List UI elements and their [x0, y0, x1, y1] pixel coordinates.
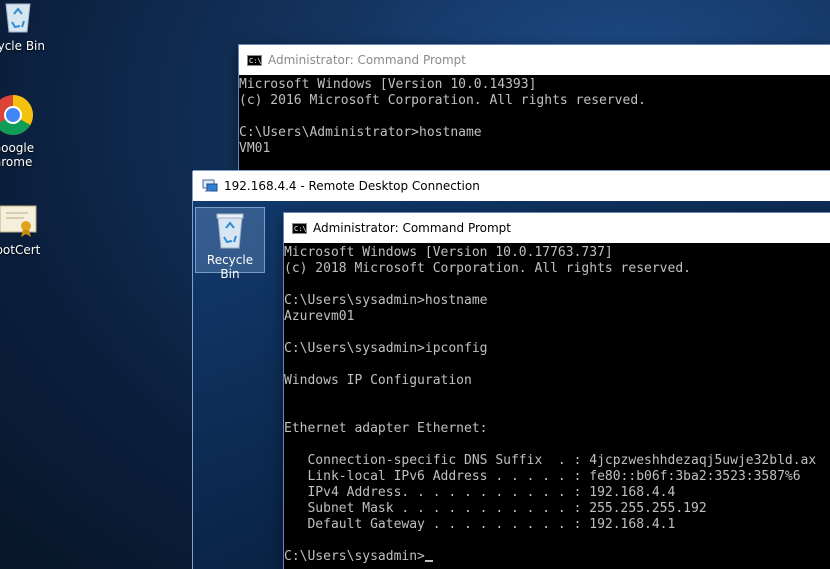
desktop-icon-recycle-bin[interactable]: cycle Bin: [0, 0, 58, 53]
desktop-icon-label-line1: Google: [0, 141, 35, 155]
certificate-icon: [0, 205, 37, 237]
console-prompt-line[interactable]: C:\Users\sysadmin>: [284, 549, 830, 565]
desktop-icon-label-line2: hrome: [0, 155, 33, 169]
console-line: (c) 2018 Microsoft Corporation. All righ…: [284, 261, 691, 276]
remote-desktop-icon: [202, 179, 218, 192]
rdp-titlebar[interactable]: 192.168.4.4 - Remote Desktop Connection: [193, 171, 830, 201]
cmd-window-remote-titlebar[interactable]: C:\ Administrator: Command Prompt: [284, 213, 830, 243]
desktop-icon-label: cycle Bin: [0, 39, 45, 53]
console-line: C:\Users\sysadmin>hostname: [284, 293, 488, 308]
desktop-icon-rootcert[interactable]: ootCert: [0, 204, 58, 257]
console-line: Default Gateway . . . . . . . . . : 192.…: [284, 517, 676, 532]
command-prompt-icon: C:\: [247, 54, 262, 66]
recycle-bin-icon: [5, 3, 31, 33]
cmd-local-console[interactable]: Microsoft Windows [Version 10.0.14393] (c…: [239, 75, 830, 157]
cmd-window-remote[interactable]: C:\ Administrator: Command Prompt Micros…: [284, 213, 830, 569]
cmd-remote-console[interactable]: Microsoft Windows [Version 10.0.17763.73…: [284, 243, 830, 565]
cmd-window-local[interactable]: C:\ Administrator: Command Prompt Micros…: [239, 45, 830, 171]
remote-recycle-bin[interactable]: Recycle Bin: [195, 207, 265, 281]
console-line: (c) 2016 Microsoft Corporation. All righ…: [239, 93, 646, 108]
command-prompt-icon: C:\: [292, 222, 307, 234]
console-line: Connection-specific DNS Suffix . : 4jcpz…: [284, 453, 817, 468]
rdp-title: 192.168.4.4 - Remote Desktop Connection: [224, 179, 480, 193]
console-line: C:\Users\Administrator>hostname: [239, 125, 482, 140]
console-prompt: C:\Users\sysadmin>: [284, 549, 425, 564]
window-title: Administrator: Command Prompt: [268, 53, 466, 67]
console-line: Subnet Mask . . . . . . . . . . . : 255.…: [284, 501, 707, 516]
console-line: Link-local IPv6 Address . . . . . : fe80…: [284, 469, 801, 484]
text-cursor: [424, 560, 433, 562]
console-line: IPv4 Address. . . . . . . . . . . : 192.…: [284, 485, 676, 500]
desktop-icon-label: ootCert: [0, 243, 41, 257]
chrome-icon: [0, 95, 33, 135]
window-title: Administrator: Command Prompt: [313, 221, 511, 235]
cmd-window-local-titlebar[interactable]: C:\ Administrator: Command Prompt: [239, 45, 830, 75]
console-line: Azurevm01: [284, 309, 355, 324]
console-line: Microsoft Windows [Version 10.0.17763.73…: [284, 245, 613, 260]
recycle-bin-label: Recycle Bin: [206, 253, 254, 281]
console-line: VM01: [239, 141, 271, 156]
console-line: Ethernet adapter Ethernet:: [284, 421, 488, 436]
console-line: C:\Users\sysadmin>ipconfig: [284, 341, 488, 356]
console-line: Microsoft Windows [Version 10.0.14393]: [239, 77, 537, 92]
console-line: Windows IP Configuration: [284, 373, 472, 388]
recycle-bin-icon: [216, 213, 244, 249]
desktop-icon-google-chrome[interactable]: Google hrome: [0, 94, 53, 169]
